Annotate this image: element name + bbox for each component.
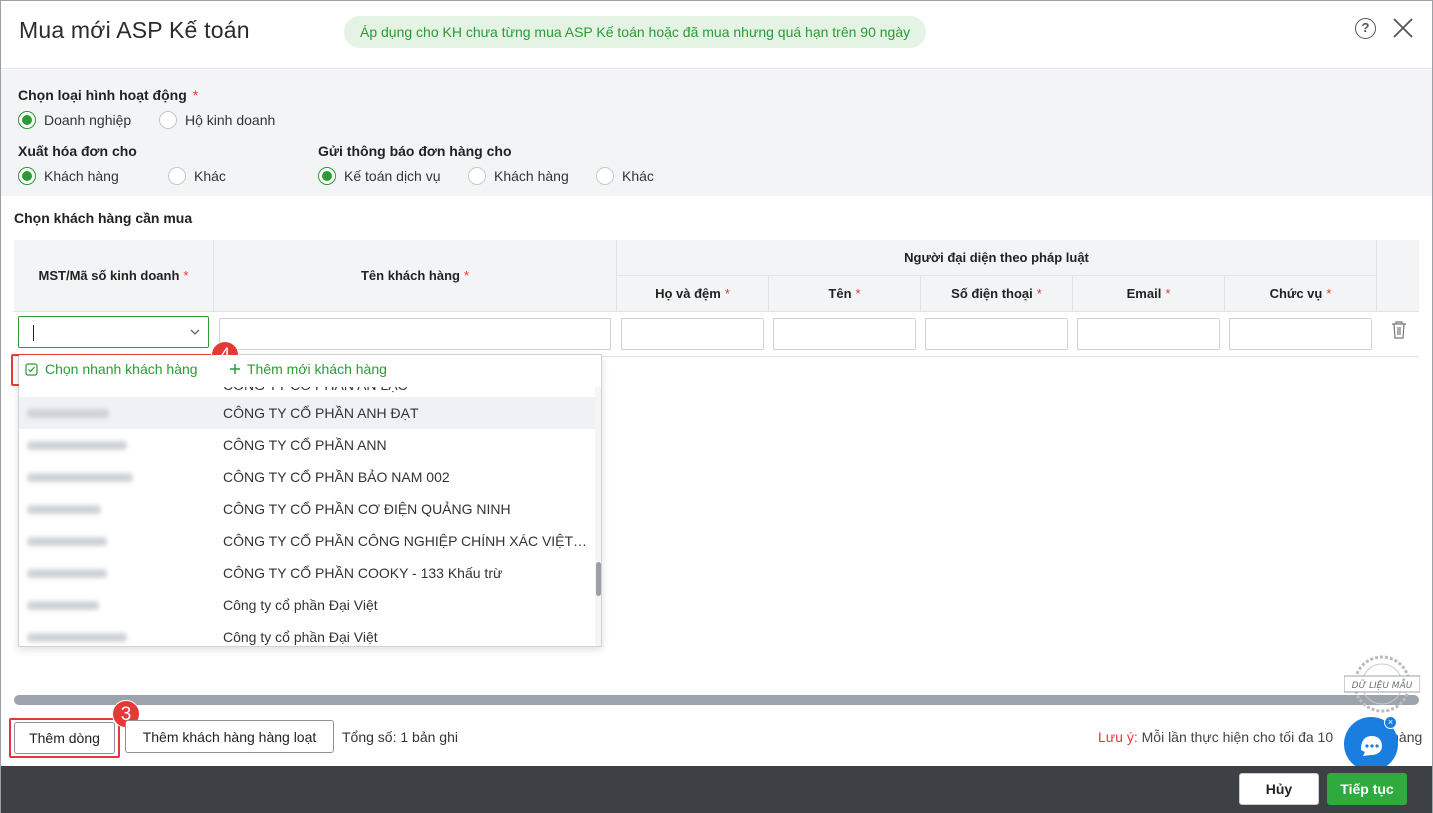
group-legal-rep: Người đại diện theo pháp luật (617, 240, 1377, 276)
list-item[interactable]: Công ty cổ phần Đại Việt (19, 589, 595, 621)
list-item[interactable]: CÔNG TY CỔ PHẦN CÔNG NGHIỆP CHÍNH XÁC VI… (19, 525, 595, 557)
radio-notify-other[interactable]: Khác (596, 167, 654, 185)
radio-dot (596, 167, 614, 185)
purchase-dialog: Mua mới ASP Kế toán Áp dụng cho KH chưa … (0, 0, 1433, 813)
radio-dot (18, 167, 36, 185)
radio-notify-accountant[interactable]: Kế toán dịch vụ (318, 167, 441, 185)
section-title: Chọn khách hàng cần mua (14, 210, 193, 226)
dropdown-actions: Chọn nhanh khách hàng Thêm mới khách hàn… (19, 355, 601, 387)
continue-button[interactable]: Tiếp tục (1327, 773, 1407, 805)
notify-label: Gửi thông báo đơn hàng cho (318, 143, 512, 159)
add-row-button[interactable]: Thêm dòng (14, 722, 115, 754)
masked-tax-code (27, 473, 133, 482)
dropdown-scrollbar-thumb[interactable] (596, 562, 601, 596)
customer-dropdown: CÔNG TY CỔ PHẦN AN LẠC CÔNG TY CỔ PHẦN A… (18, 354, 602, 647)
position-input[interactable] (1229, 318, 1372, 350)
close-icon[interactable] (1391, 16, 1415, 40)
dialog-footer-bar (1, 766, 1432, 813)
table-horizontal-scrollbar[interactable] (14, 695, 1419, 705)
chevron-down-icon[interactable] (190, 327, 200, 337)
dialog-header: Mua mới ASP Kế toán Áp dụng cho KH chưa … (1, 1, 1432, 69)
radio-invoice-customer[interactable]: Khách hàng (18, 167, 119, 185)
masked-tax-code (27, 633, 127, 642)
radio-dot (159, 111, 177, 129)
text-caret (33, 325, 34, 341)
list-item[interactable]: CÔNG TY CỔ PHẦN ANH ĐẠT (19, 397, 595, 429)
help-icon[interactable]: ? (1355, 18, 1376, 39)
radio-dot (168, 167, 186, 185)
masked-tax-code (27, 601, 99, 610)
add-new-customer-option[interactable]: Thêm mới khách hàng (229, 361, 387, 377)
col-tax-code: MST/Mã số kinh doanh * (14, 240, 214, 312)
first-name-input[interactable] (773, 318, 916, 350)
radio-dot (318, 167, 336, 185)
bulk-add-button[interactable]: Thêm khách hàng hàng loạt (125, 720, 334, 753)
dialog-title: Mua mới ASP Kế toán (19, 17, 250, 43)
email-input[interactable] (1077, 318, 1220, 350)
last-middle-input[interactable] (621, 318, 764, 350)
sample-data-stamp: DỮ LIỆU MẪU (1344, 655, 1420, 713)
col-actions (1377, 240, 1419, 312)
col-last-middle: Họ và đệm * (617, 276, 769, 312)
plus-icon (230, 364, 240, 374)
list-item[interactable]: CÔNG TY CỔ PHẦN ANN (19, 429, 595, 461)
order-settings: Chọn loại hình hoạt động * Doanh nghiệp H… (1, 70, 1432, 196)
invoice-label: Xuất hóa đơn cho (18, 143, 137, 159)
masked-tax-code (27, 569, 107, 578)
radio-invoice-other[interactable]: Khác (168, 167, 226, 185)
masked-tax-code (27, 505, 101, 514)
radio-dot (468, 167, 486, 185)
dropdown-scrollbar-track[interactable] (595, 387, 601, 646)
list-item[interactable]: CÔNG TY CỔ PHẦN COOKY - 133 Khấu trừ (19, 557, 595, 589)
customer-name-input[interactable] (219, 318, 611, 350)
phone-input[interactable] (925, 318, 1068, 350)
business-type-label: Chọn loại hình hoạt động * (18, 87, 199, 103)
radio-notify-customer[interactable]: Khách hàng (468, 167, 569, 185)
col-position: Chức vụ * (1225, 276, 1377, 312)
masked-tax-code (27, 537, 107, 546)
list-item[interactable]: CÔNG TY CỔ PHẦN BẢO NAM 002 (19, 461, 595, 493)
masked-tax-code (27, 409, 109, 418)
total-records: Tổng số: 1 bản ghi (342, 729, 458, 745)
col-customer-name: Tên khách hàng * (214, 240, 617, 312)
list-item[interactable]: Công ty cổ phần Đại Việt (19, 621, 595, 646)
checkbox-icon (25, 362, 38, 376)
trash-icon[interactable] (1390, 320, 1408, 340)
col-email: Email * (1073, 276, 1225, 312)
eligibility-notice: Áp dụng cho KH chưa từng mua ASP Kế toán… (344, 16, 927, 48)
radio-business-enterprise[interactable]: Doanh nghiệp (18, 111, 131, 129)
masked-tax-code (27, 441, 127, 450)
quick-select-option[interactable]: Chọn nhanh khách hàng (25, 361, 198, 377)
chat-close-icon[interactable]: × (1384, 716, 1397, 729)
cancel-button[interactable]: Hủy (1239, 773, 1319, 805)
col-phone: Số điện thoại * (921, 276, 1073, 312)
list-item[interactable]: CÔNG TY CỔ PHẦN CƠ ĐIỆN QUẢNG NINH (19, 493, 595, 525)
radio-dot (18, 111, 36, 129)
col-first-name: Tên * (769, 276, 921, 312)
tax-code-combobox[interactable] (18, 316, 209, 348)
radio-business-household[interactable]: Hộ kinh doanh (159, 111, 275, 129)
